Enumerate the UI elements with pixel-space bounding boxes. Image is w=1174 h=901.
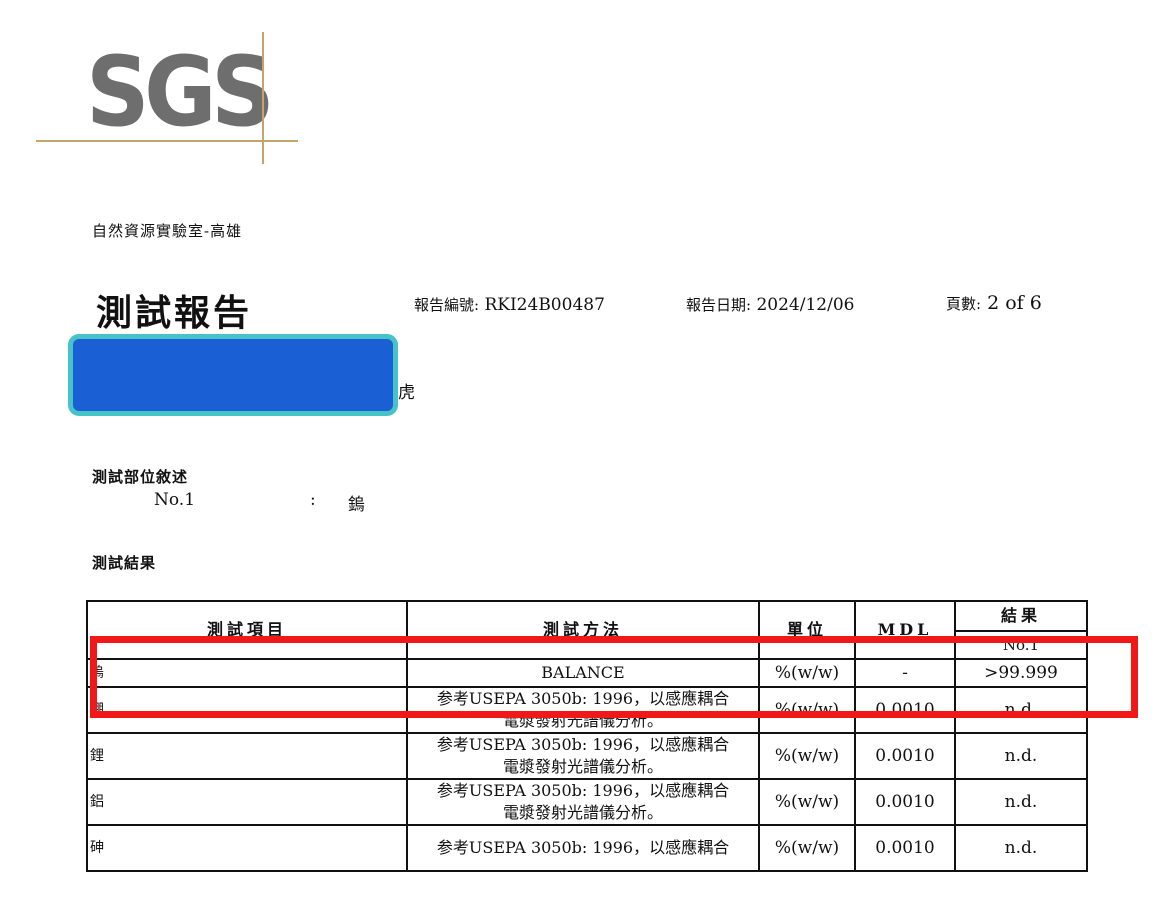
cell-mdl: 0.0010 — [854, 778, 956, 826]
cell-unit: %(w/w) — [758, 778, 856, 826]
table-row: 鋰 参考USEPA 3050b: 1996，以感應耦合 電漿發射光譜儀分析。 %… — [86, 732, 1088, 780]
cell-mdl: 0.0010 — [854, 732, 956, 780]
highlight-box — [90, 636, 1138, 718]
cell-method: 参考USEPA 3050b: 1996，以感應耦合 電漿發射光譜儀分析。 — [406, 732, 760, 780]
test-results-heading: 測試結果 — [92, 554, 157, 572]
report-number-label: 報告編號: — [414, 296, 480, 314]
report-date-label: 報告日期: — [686, 296, 752, 314]
redaction-box — [68, 334, 398, 416]
cell-result: n.d. — [954, 778, 1088, 826]
cell-unit: %(w/w) — [758, 824, 856, 872]
cell-unit: %(w/w) — [758, 732, 856, 780]
cell-method: 参考USEPA 3050b: 1996，以感應耦合 — [406, 824, 760, 872]
lab-name: 自然資源實驗室-高雄 — [92, 222, 243, 240]
page-count-value: 2 of 6 — [987, 292, 1042, 314]
cell-method: 参考USEPA 3050b: 1996，以感應耦合 電漿發射光譜儀分析。 — [406, 778, 760, 826]
report-date-value: 2024/12/06 — [756, 295, 855, 315]
method-line-1: 参考USEPA 3050b: 1996，以感應耦合 — [436, 735, 730, 754]
cell-item: 鋰 — [86, 732, 408, 780]
table-row: 砷 参考USEPA 3050b: 1996，以感應耦合 %(w/w) 0.001… — [86, 824, 1088, 872]
cell-item: 鋁 — [86, 778, 408, 826]
cell-mdl: 0.0010 — [854, 824, 956, 872]
cell-result: n.d. — [954, 732, 1088, 780]
sgs-logo: SGS — [86, 36, 275, 148]
method-line-2: 電漿發射光譜儀分析。 — [502, 757, 663, 776]
method-line-2: 電漿發射光譜儀分析。 — [502, 803, 663, 822]
table-row: 鋁 参考USEPA 3050b: 1996，以感應耦合 電漿發射光譜儀分析。 %… — [86, 778, 1088, 826]
column-header-result: 結果 — [954, 600, 1088, 632]
logo-vertical-rule — [262, 32, 264, 164]
test-parts-heading: 測試部位敘述 — [92, 468, 189, 486]
report-number: 報告編號: RKI24B00487 — [414, 294, 605, 315]
table-header-row: 測試項目 測試方法 單位 MDL 結果 — [86, 600, 1088, 660]
part-number: No.1 — [154, 490, 196, 510]
cell-item: 砷 — [86, 824, 408, 872]
cell-result: n.d. — [954, 824, 1088, 872]
document-title: 測試報告 — [96, 292, 253, 334]
part-description: 鎢 — [348, 495, 365, 515]
method-line-1: 参考USEPA 3050b: 1996，以感應耦合 — [436, 838, 730, 857]
page-count: 頁數: 2 of 6 — [946, 292, 1042, 314]
partial-client-text: 虎 — [398, 383, 415, 403]
part-colon: : — [310, 490, 316, 510]
report-date: 報告日期: 2024/12/06 — [686, 294, 854, 315]
page-count-label: 頁數: — [946, 295, 982, 313]
logo-horizontal-rule — [36, 140, 298, 142]
report-number-value: RKI24B00487 — [484, 295, 605, 315]
method-line-1: 参考USEPA 3050b: 1996，以感應耦合 — [436, 781, 730, 800]
